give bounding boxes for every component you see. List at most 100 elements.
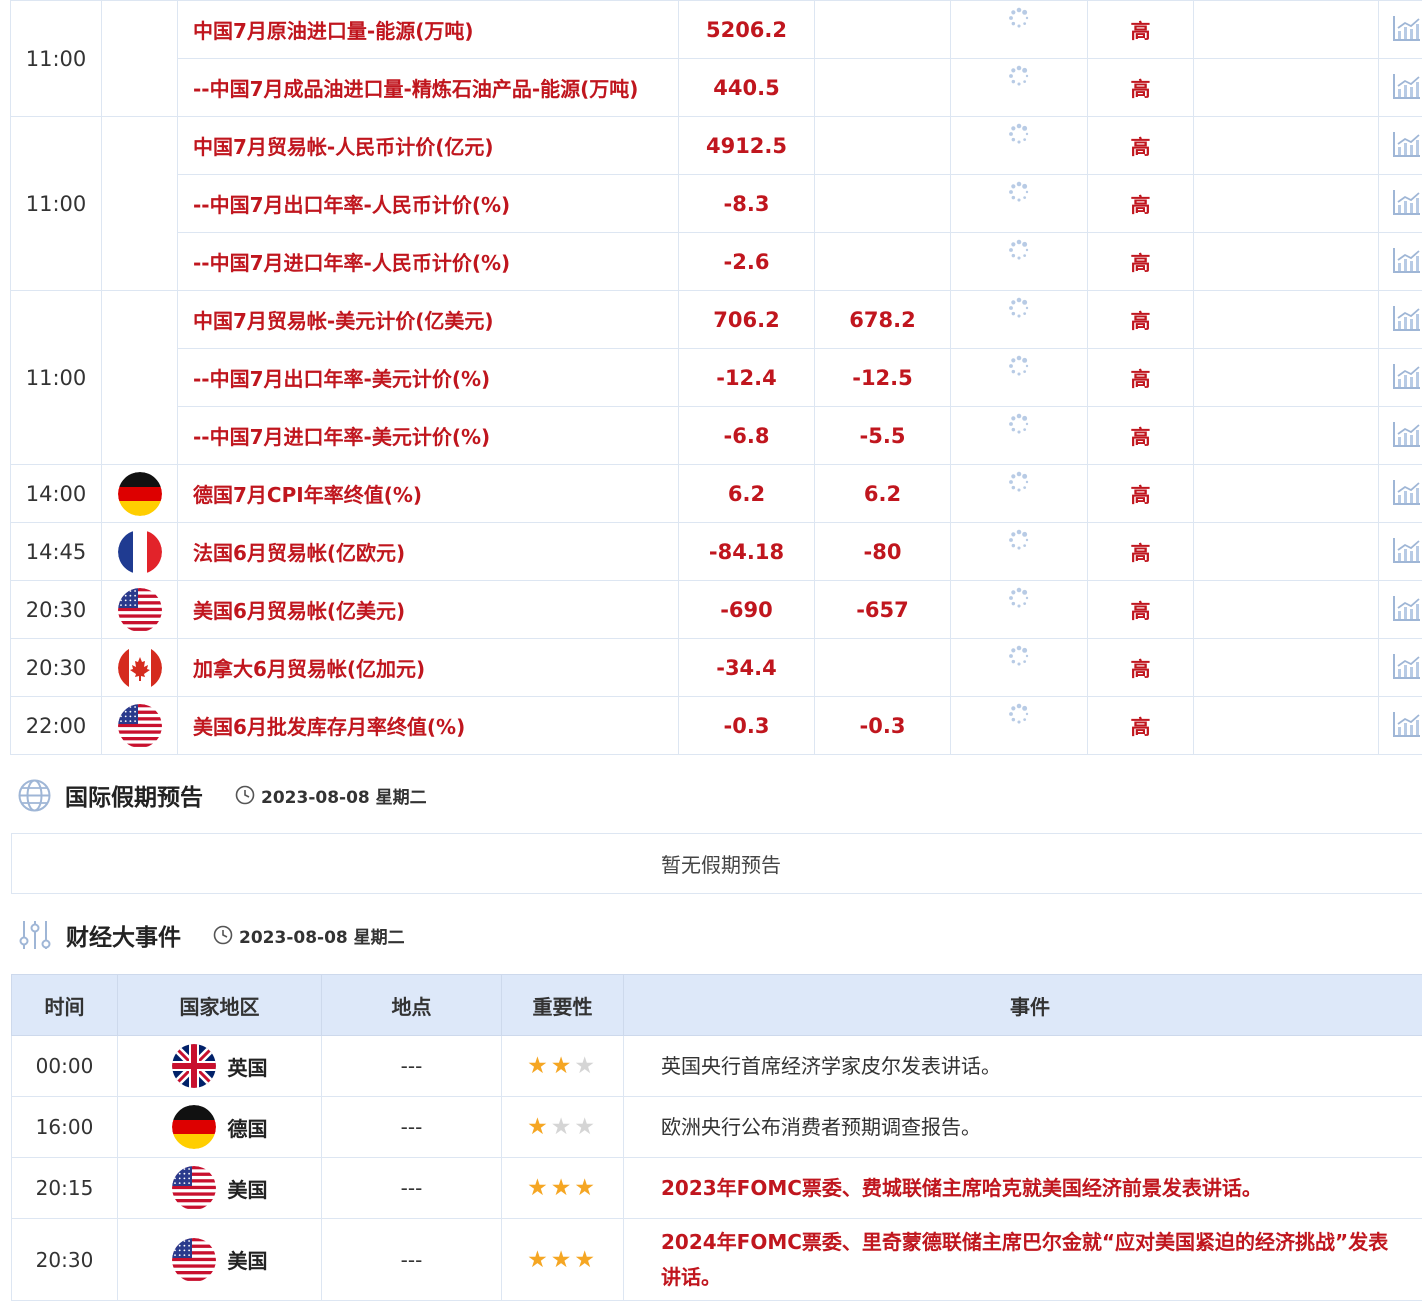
econ-indicator-name[interactable]: 中国7月贸易帐-美元计价(亿美元) — [177, 290, 679, 349]
econ-indicator-name[interactable]: --中国7月进口年率-人民币计价(%) — [177, 232, 679, 291]
econ-forecast-value: 678.2 — [814, 290, 951, 349]
econ-forecast-value — [814, 232, 951, 291]
econ-interpretation-cell — [1193, 348, 1379, 407]
econ-indicator-name[interactable]: --中国7月进口年率-美元计价(%) — [177, 406, 679, 465]
econ-chart-cell[interactable] — [1378, 174, 1422, 233]
usa-flag-icon — [171, 1237, 216, 1282]
econ-actual-cell — [950, 348, 1088, 407]
holiday-title: 国际假期预告 — [65, 785, 203, 811]
usa-flag-icon — [117, 703, 162, 748]
event-country: 美国 — [227, 1177, 268, 1202]
econ-indicator-name[interactable]: 德国7月CPI年率终值(%) — [177, 464, 679, 523]
chart-icon[interactable] — [1392, 130, 1422, 158]
star-icon: ★ — [550, 1114, 575, 1140]
econ-forecast-value: -12.5 — [814, 348, 951, 407]
econ-flag-cell — [101, 522, 178, 581]
star-icon: ★ — [527, 1053, 551, 1079]
econ-forecast-value: -0.3 — [814, 696, 951, 755]
star-icon: ★ — [574, 1053, 598, 1079]
chart-icon[interactable] — [1392, 478, 1422, 506]
econ-indicator-name[interactable]: --中国7月成品油进口量-精炼石油产品-能源(万吨) — [177, 58, 679, 117]
econ-importance: 高 — [1087, 58, 1194, 117]
event-place: --- — [321, 1035, 502, 1097]
clock-icon — [213, 925, 233, 945]
econ-indicator-name[interactable]: 中国7月贸易帐-人民币计价(亿元) — [177, 116, 679, 175]
econ-previous-value: 6.2 — [678, 464, 815, 523]
econ-chart-cell[interactable] — [1378, 464, 1422, 523]
econ-indicator-name[interactable]: --中国7月出口年率-美元计价(%) — [177, 348, 679, 407]
econ-chart-cell[interactable] — [1378, 406, 1422, 465]
econ-actual-cell — [950, 522, 1088, 581]
econ-forecast-value: -657 — [814, 580, 951, 639]
econ-indicator-name[interactable]: 中国7月原油进口量-能源(万吨) — [177, 0, 679, 59]
event-row: 20:30 美国 --- ★★★ 2024年FOMC票委、里奇蒙德联储主席巴尔金就“应对… — [11, 1218, 1422, 1301]
econ-row: 14:45 法国6月贸易帐(亿欧元) -84.18 -80 高 — [10, 522, 1422, 581]
event-time: 20:15 — [11, 1157, 118, 1219]
econ-row: 20:30 加拿大6月贸易帐(亿加元) -34.4 高 — [10, 638, 1422, 697]
star-icon: ★ — [527, 1175, 551, 1201]
events-table: 时间 国家地区 地点 重要性 事件 00:00 英国 --- ★★★ 英国央行首席经济学… — [11, 974, 1422, 1301]
econ-row: --中国7月出口年率-人民币计价(%) -8.3 高 — [11, 174, 1422, 233]
loading-icon — [1009, 355, 1029, 376]
event-place: --- — [321, 1218, 502, 1301]
econ-importance: 高 — [1087, 116, 1194, 175]
econ-previous-value: 4912.5 — [678, 116, 815, 175]
chart-icon[interactable] — [1392, 362, 1422, 390]
econ-actual-cell — [950, 290, 1088, 349]
chart-icon[interactable] — [1392, 14, 1422, 42]
chart-icon[interactable] — [1392, 188, 1422, 216]
chart-icon[interactable] — [1392, 652, 1422, 680]
econ-row: --中国7月出口年率-美元计价(%) -12.4 -12.5 高 — [11, 348, 1422, 407]
econ-actual-cell — [950, 116, 1088, 175]
econ-actual-cell — [950, 696, 1088, 755]
econ-indicator-name[interactable]: 美国6月贸易帐(亿美元) — [177, 580, 679, 639]
chart-icon[interactable] — [1392, 420, 1422, 448]
chart-icon[interactable] — [1392, 72, 1422, 100]
event-country: 英国 — [227, 1055, 268, 1080]
header-country: 国家地区 — [117, 974, 322, 1036]
event-time: 16:00 — [11, 1096, 118, 1158]
econ-indicator-name[interactable]: 法国6月贸易帐(亿欧元) — [177, 522, 679, 581]
chart-icon[interactable] — [1392, 594, 1422, 622]
sliders-icon — [19, 921, 51, 949]
econ-indicator-name[interactable]: 加拿大6月贸易帐(亿加元) — [177, 638, 679, 697]
econ-chart-cell[interactable] — [1378, 0, 1422, 59]
econ-previous-value: -6.8 — [678, 406, 815, 465]
france-flag-icon — [117, 529, 162, 574]
econ-chart-cell[interactable] — [1378, 116, 1422, 175]
event-description: 2023年FOMC票委、费城联储主席哈克就美国经济前景发表讲话。 — [623, 1157, 1422, 1219]
econ-chart-cell[interactable] — [1378, 232, 1422, 291]
chart-icon[interactable] — [1392, 710, 1422, 738]
econ-chart-cell[interactable] — [1378, 522, 1422, 581]
econ-importance: 高 — [1087, 232, 1194, 291]
germany-flag-icon — [117, 471, 162, 516]
event-country-cell: 英国 — [117, 1035, 322, 1097]
econ-importance: 高 — [1087, 580, 1194, 639]
event-importance-stars: ★★★ — [501, 1035, 624, 1097]
econ-indicator-name[interactable]: 美国6月批发库存月率终值(%) — [177, 696, 679, 755]
econ-chart-cell[interactable] — [1378, 58, 1422, 117]
clock-icon — [235, 785, 255, 805]
econ-chart-cell[interactable] — [1378, 696, 1422, 755]
econ-actual-cell — [950, 464, 1088, 523]
econ-chart-cell[interactable] — [1378, 580, 1422, 639]
holiday-date-text: 2023-08-08 星期二 — [261, 787, 427, 808]
chart-icon[interactable] — [1392, 246, 1422, 274]
econ-time: 14:00 — [10, 464, 102, 523]
econ-time: 20:30 — [10, 638, 102, 697]
chart-icon[interactable] — [1392, 536, 1422, 564]
econ-forecast-value — [814, 58, 951, 117]
econ-previous-value: -84.18 — [678, 522, 815, 581]
canada-flag-icon — [117, 645, 162, 690]
econ-chart-cell[interactable] — [1378, 638, 1422, 697]
event-importance-stars: ★★★ — [501, 1218, 624, 1301]
econ-indicator-name[interactable]: --中国7月出口年率-人民币计价(%) — [177, 174, 679, 233]
econ-interpretation-cell — [1193, 232, 1379, 291]
holiday-empty-text: 暂无假期预告 — [661, 853, 781, 877]
econ-previous-value: -12.4 — [678, 348, 815, 407]
chart-icon[interactable] — [1392, 304, 1422, 332]
events-date-text: 2023-08-08 星期二 — [239, 927, 405, 948]
econ-chart-cell[interactable] — [1378, 348, 1422, 407]
event-importance-stars: ★★★ — [501, 1157, 624, 1219]
econ-chart-cell[interactable] — [1378, 290, 1422, 349]
